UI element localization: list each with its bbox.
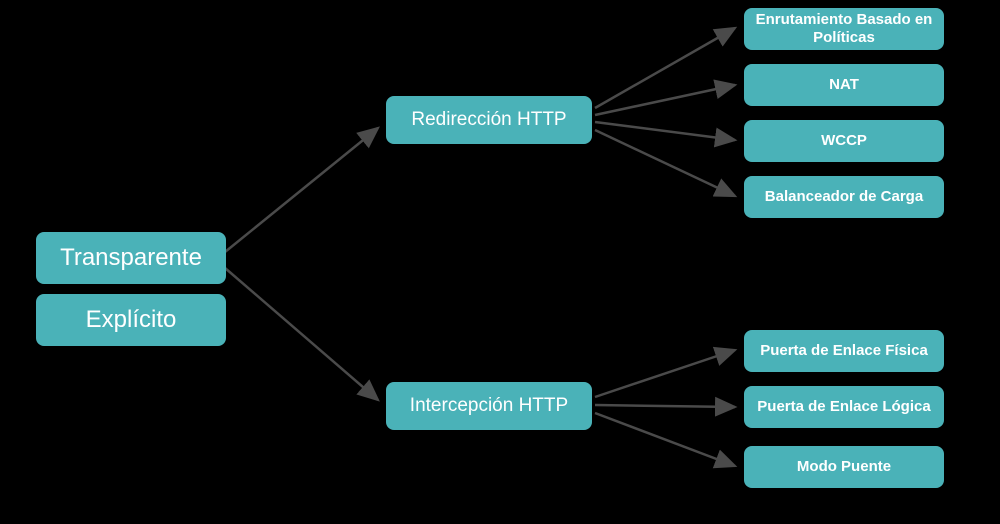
node-nat: NAT — [744, 64, 944, 106]
label-intercepcion: Intercepción HTTP — [410, 395, 568, 418]
node-modo-puente: Modo Puente — [744, 446, 944, 488]
label-puerta-fisica: Puerta de Enlace Física — [760, 342, 928, 360]
label-balanceador: Balanceador de Carga — [765, 188, 923, 206]
label-enrutamiento: Enrutamiento Basado en Políticas — [752, 11, 936, 47]
node-redireccion-http: Redirección HTTP — [386, 96, 592, 144]
label-explicito: Explícito — [86, 306, 177, 335]
label-puerta-logica: Puerta de Enlace Lógica — [757, 398, 930, 416]
node-puerta-enlace-logica: Puerta de Enlace Lógica — [744, 386, 944, 428]
node-enrutamiento-politicas: Enrutamiento Basado en Políticas — [744, 8, 944, 50]
node-puerta-enlace-fisica: Puerta de Enlace Física — [744, 330, 944, 372]
label-modo-puente: Modo Puente — [797, 458, 891, 476]
node-explicito: Explícito — [36, 294, 226, 346]
label-nat: NAT — [829, 76, 859, 94]
label-redireccion: Redirección HTTP — [411, 109, 566, 132]
label-transparente: Transparente — [60, 244, 202, 273]
node-intercepcion-http: Intercepción HTTP — [386, 382, 592, 430]
node-balanceador-carga: Balanceador de Carga — [744, 176, 944, 218]
label-wccp: WCCP — [821, 132, 867, 150]
node-wccp: WCCP — [744, 120, 944, 162]
node-transparente: Transparente — [36, 232, 226, 284]
